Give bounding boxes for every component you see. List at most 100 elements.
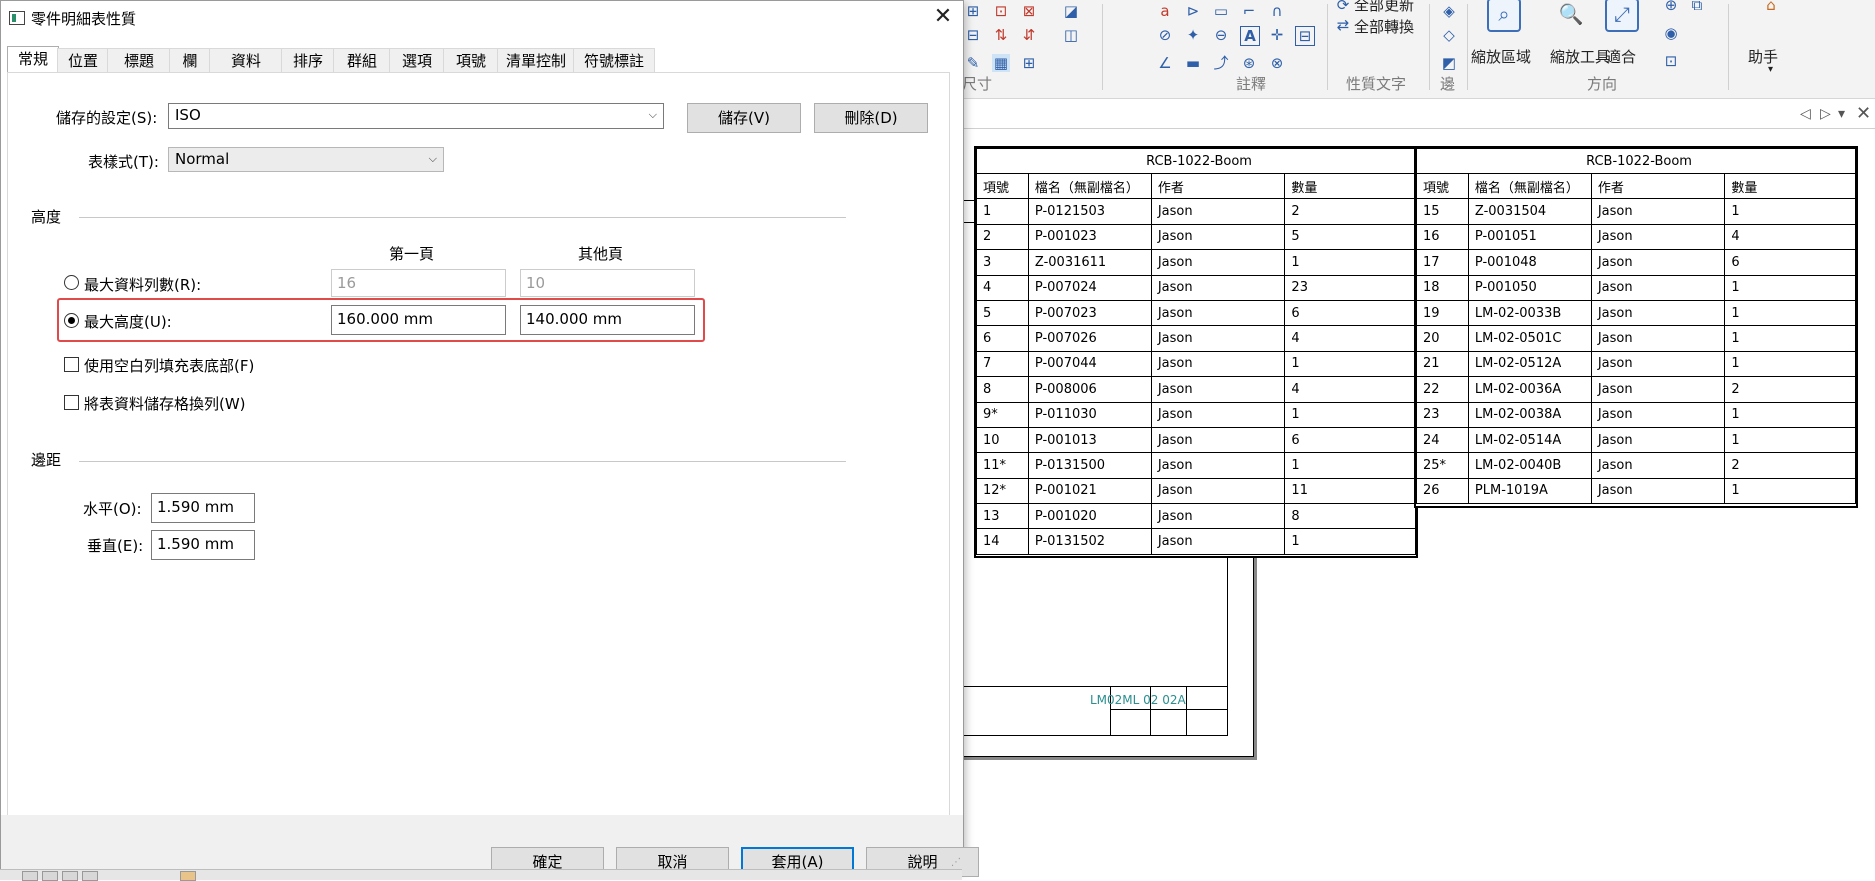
- max-height-radio[interactable]: [64, 313, 79, 328]
- convert-all-label[interactable]: 全部轉換: [1354, 16, 1414, 37]
- table-row[interactable]: 11* P-0131500 Jason 1: [976, 452, 1416, 479]
- view-icon[interactable]: ⊡: [1662, 52, 1680, 70]
- zoom-area-label[interactable]: 縮放區域: [1471, 46, 1531, 67]
- update-all-icon[interactable]: ⟳: [1334, 0, 1352, 14]
- table-row[interactable]: 17 P-001048 Jason 6: [1416, 249, 1856, 276]
- table-row[interactable]: 24 LM-02-0514A Jason 1: [1416, 426, 1856, 454]
- assistant-icon[interactable]: ⌂: [1762, 0, 1780, 14]
- view-icon[interactable]: ◉: [1662, 24, 1680, 42]
- center-mark-icon[interactable]: ✛: [1268, 26, 1286, 44]
- table-row[interactable]: 20 LM-02-0501C Jason 1: [1416, 325, 1856, 352]
- max-rows-radio[interactable]: [64, 275, 79, 290]
- table-row[interactable]: 15 Z-0031504 Jason 1: [1416, 198, 1856, 225]
- update-all-label[interactable]: 全部更新: [1354, 0, 1414, 15]
- convert-all-icon[interactable]: ⇄: [1334, 16, 1352, 34]
- table-row[interactable]: 14 P-0131502 Jason 1: [976, 528, 1416, 555]
- taskbar-item[interactable]: [22, 871, 38, 881]
- tab-data[interactable]: 資料: [209, 48, 283, 73]
- annotation-icon[interactable]: a: [1156, 2, 1174, 20]
- zoom-area-icon[interactable]: ⌕: [1487, 0, 1521, 32]
- tab-list-control[interactable]: 清單控制: [497, 48, 575, 73]
- table-row[interactable]: 2 P-001023 Jason 5: [976, 223, 1416, 251]
- bom-table-1[interactable]: RCB-1022-Boom 項號 檔名（無副檔名） 作者 數量 1 P-01215…: [974, 146, 1418, 558]
- taskbar-item[interactable]: [82, 871, 98, 881]
- assistant-label[interactable]: 助手: [1748, 46, 1778, 67]
- annotation-icon[interactable]: ▭: [1212, 2, 1230, 20]
- table-row[interactable]: 12* P-001021 Jason 11: [976, 477, 1416, 505]
- table-row[interactable]: 16 P-001051 Jason 4: [1416, 223, 1856, 251]
- annotation-icon[interactable]: ⊟: [1295, 26, 1315, 46]
- table-row[interactable]: 4 P-007024 Jason 23: [976, 274, 1416, 301]
- taskbar-item[interactable]: [42, 871, 58, 881]
- bom-table-2[interactable]: RCB-1022-Boom 項號 檔名（無副檔名） 作者 數量 15 Z-0031…: [1414, 146, 1858, 508]
- edge-icon[interactable]: ◇: [1440, 26, 1458, 44]
- table-style-combo[interactable]: Normal ⌵: [168, 147, 444, 172]
- close-icon[interactable]: ✕: [1856, 103, 1871, 124]
- text-icon[interactable]: A: [1240, 26, 1260, 46]
- resize-grip-icon[interactable]: ⋰: [951, 857, 961, 868]
- fill-blank-rows-checkbox[interactable]: [64, 357, 79, 372]
- table-row[interactable]: 7 P-007044 Jason 1: [976, 350, 1416, 378]
- dimension-icon[interactable]: ⇅: [992, 26, 1010, 44]
- annotation-icon[interactable]: ⊛: [1240, 54, 1258, 72]
- table-row[interactable]: 5 P-007023 Jason 6: [976, 299, 1416, 327]
- dimension-icon[interactable]: ⊞: [1020, 54, 1038, 72]
- annotation-icon[interactable]: ∠: [1156, 54, 1174, 72]
- annotation-icon[interactable]: ⌐: [1240, 2, 1258, 20]
- table-row[interactable]: 3 Z-0031611 Jason 1: [976, 249, 1416, 276]
- scroll-right-icon[interactable]: ▷: [1820, 106, 1831, 122]
- table-icon[interactable]: ▦: [992, 54, 1010, 72]
- table-row[interactable]: 22 LM-02-0036A Jason 2: [1416, 376, 1856, 403]
- tab-general[interactable]: 常規: [7, 46, 59, 73]
- table-row[interactable]: 19 LM-02-0033B Jason 1: [1416, 299, 1856, 327]
- chevron-down-icon[interactable]: ▾: [1768, 64, 1773, 75]
- tab-sort[interactable]: 排序: [281, 48, 335, 73]
- tab-group[interactable]: 群組: [333, 48, 391, 73]
- table-row[interactable]: 25* LM-02-0040B Jason 2: [1416, 452, 1856, 479]
- annotation-icon[interactable]: ⊘: [1156, 26, 1174, 44]
- tab-position[interactable]: 位置: [57, 48, 109, 73]
- zoom-tool-label[interactable]: 縮放工具: [1550, 46, 1610, 67]
- table-row[interactable]: 6 P-007026 Jason 4: [976, 325, 1416, 352]
- horizontal-margin-field[interactable]: 1.590 mm: [151, 493, 255, 523]
- annotation-icon[interactable]: ⊗: [1268, 54, 1286, 72]
- save-button[interactable]: 儲存(V): [687, 103, 801, 133]
- chevron-down-icon[interactable]: ▾: [1838, 106, 1845, 122]
- annotation-icon[interactable]: ◫: [1062, 26, 1080, 44]
- dimension-icon[interactable]: ⊟: [964, 26, 982, 44]
- table-row[interactable]: 21 LM-02-0512A Jason 1: [1416, 350, 1856, 378]
- table-row[interactable]: 18 P-001050 Jason 1: [1416, 274, 1856, 301]
- fit-label[interactable]: 適合: [1606, 46, 1636, 67]
- dimension-icon[interactable]: ⊡: [992, 2, 1010, 20]
- tab-balloon[interactable]: 符號標註: [573, 48, 655, 73]
- scroll-left-icon[interactable]: ◁: [1800, 106, 1811, 122]
- tab-options[interactable]: 選項: [389, 48, 445, 73]
- edge-icon[interactable]: ◈: [1440, 2, 1458, 20]
- annotation-icon[interactable]: ⊖: [1212, 26, 1230, 44]
- max-height-first-page-field[interactable]: 160.000 mm: [331, 305, 506, 335]
- annotation-icon[interactable]: ∩: [1268, 2, 1286, 20]
- tab-item-number[interactable]: 項號: [443, 48, 499, 73]
- table-row[interactable]: 10 P-001013 Jason 6: [976, 426, 1416, 454]
- zoom-in-icon[interactable]: ⊕: [1662, 0, 1680, 14]
- dimension-icon[interactable]: ⊞: [964, 2, 982, 20]
- table-row[interactable]: 1 P-0121503 Jason 2: [976, 198, 1416, 225]
- table-row[interactable]: 8 P-008006 Jason 4: [976, 376, 1416, 403]
- vertical-margin-field[interactable]: 1.590 mm: [151, 530, 255, 560]
- table-row[interactable]: 23 LM-02-0038A Jason 1: [1416, 401, 1856, 428]
- zoom-tool-icon[interactable]: 🔍: [1554, 0, 1588, 32]
- delete-button[interactable]: 刪除(D): [814, 103, 928, 133]
- wrap-rows-checkbox[interactable]: [64, 395, 79, 410]
- table-row[interactable]: 9* P-011030 Jason 1: [976, 401, 1416, 428]
- view-icon[interactable]: ⧉: [1688, 0, 1706, 14]
- dialog-titlebar[interactable]: 零件明細表性質 ✕: [1, 1, 963, 33]
- close-icon[interactable]: ✕: [931, 4, 955, 30]
- taskbar-item[interactable]: [180, 871, 196, 881]
- saved-settings-combo[interactable]: ISO ⌵: [168, 103, 664, 129]
- dimension-icon[interactable]: ⇵: [1020, 26, 1038, 44]
- tab-title[interactable]: 標題: [107, 48, 171, 73]
- annotation-icon[interactable]: ✦: [1184, 26, 1202, 44]
- table-row[interactable]: 13 P-001020 Jason 8: [976, 503, 1416, 530]
- max-height-other-pages-field[interactable]: 140.000 mm: [520, 305, 695, 335]
- annotation-icon[interactable]: ◪: [1062, 2, 1080, 20]
